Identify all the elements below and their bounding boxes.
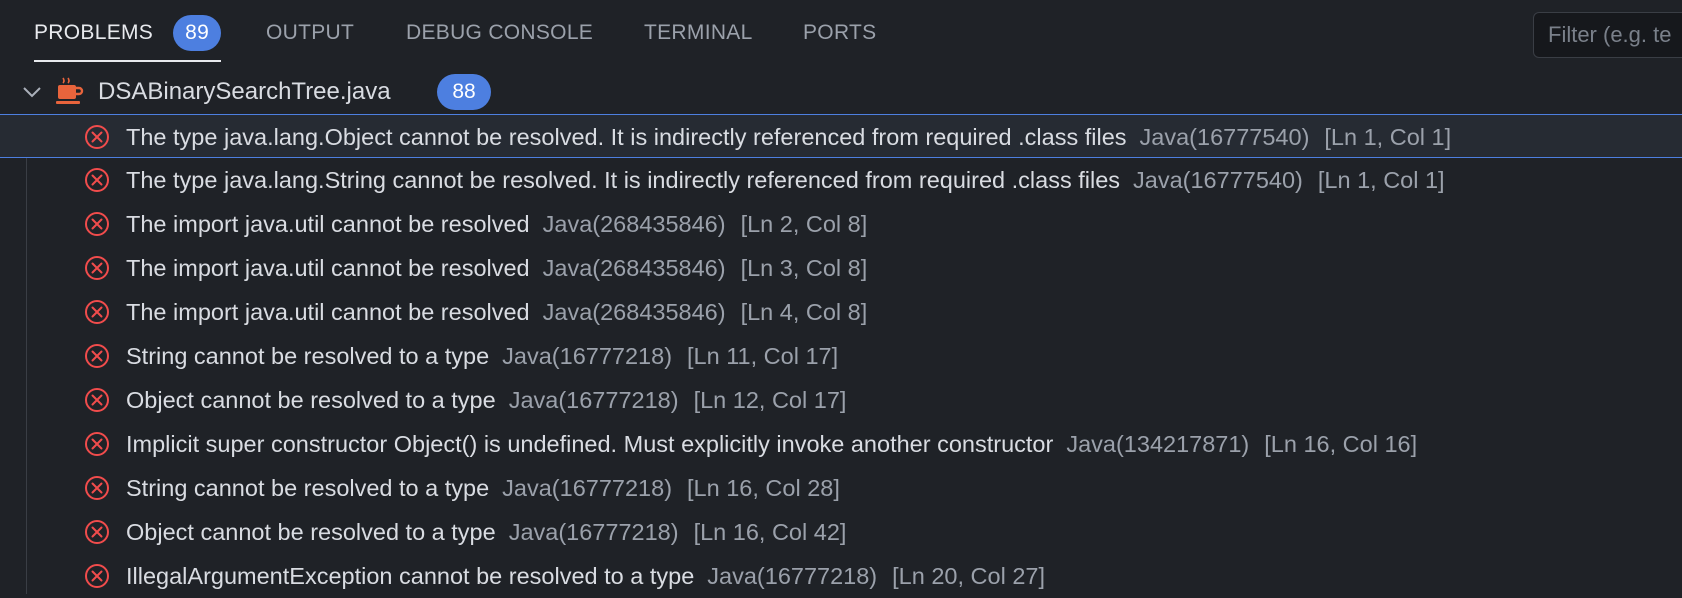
filter-input[interactable]: Filter (e.g. te [1533, 12, 1682, 58]
tab-debug-console[interactable]: DEBUG CONSOLE [406, 0, 593, 66]
problem-source: Java(268435846) [542, 254, 726, 281]
problem-row[interactable]: The import java.util cannot be resolved J… [0, 246, 1682, 290]
problem-row[interactable]: The import java.util cannot be resolved J… [0, 290, 1682, 334]
problem-row[interactable]: Object cannot be resolved to a type Java(… [0, 510, 1682, 554]
problem-source: Java(16777218) [508, 386, 679, 413]
error-icon [85, 256, 109, 280]
tab-terminal-label: TERMINAL [644, 21, 753, 44]
tab-problems-label: PROBLEMS [34, 21, 154, 44]
tab-output-label: OUTPUT [266, 21, 355, 44]
problem-location: [Ln 12, Col 17] [693, 386, 847, 413]
problem-row[interactable]: IllegalArgumentException cannot be resol… [0, 554, 1682, 598]
problem-source: Java(16777218) [508, 518, 679, 545]
problem-message: Implicit super constructor Object() is u… [126, 430, 1054, 457]
problem-message: IllegalArgumentException cannot be resol… [126, 562, 695, 589]
problem-message: String cannot be resolved to a type [126, 342, 490, 369]
problem-location: [Ln 16, Col 42] [693, 518, 847, 545]
error-icon [85, 520, 109, 544]
problem-row[interactable]: Object cannot be resolved to a type Java(… [0, 378, 1682, 422]
error-icon [85, 388, 109, 412]
chevron-down-icon[interactable] [22, 82, 42, 102]
problem-message: String cannot be resolved to a type [126, 474, 490, 501]
tab-output[interactable]: OUTPUT [266, 0, 354, 66]
problem-source: Java(16777218) [502, 342, 673, 369]
problem-source: Java(16777218) [707, 562, 878, 589]
problem-message: Object cannot be resolved to a type [126, 518, 496, 545]
problem-row[interactable]: The import java.util cannot be resolved J… [0, 202, 1682, 246]
problem-row[interactable]: The type java.lang.String cannot be reso… [0, 158, 1682, 202]
problem-location: [Ln 1, Col 1] [1317, 166, 1445, 193]
error-icon [85, 432, 109, 456]
problem-source: Java(268435846) [542, 298, 726, 325]
problem-location: [Ln 1, Col 1] [1324, 123, 1452, 150]
problem-source: Java(134217871) [1066, 430, 1250, 457]
filter-placeholder: Filter (e.g. te [1548, 22, 1672, 47]
file-name: DSABinarySearchTree.java [98, 78, 391, 105]
problem-row[interactable]: Implicit super constructor Object() is u… [0, 422, 1682, 466]
error-icon [85, 125, 109, 149]
problem-location: [Ln 2, Col 8] [740, 210, 868, 237]
problem-location: [Ln 4, Col 8] [740, 298, 868, 325]
problem-message: The type java.lang.String cannot be reso… [126, 166, 1121, 193]
error-icon [85, 168, 109, 192]
error-icon [85, 476, 109, 500]
java-file-icon [56, 77, 84, 104]
problem-location: [Ln 16, Col 16] [1264, 430, 1418, 457]
problems-count-badge: 89 [173, 15, 222, 51]
tab-ports[interactable]: PORTS [803, 0, 876, 66]
tab-debug-console-label: DEBUG CONSOLE [406, 21, 594, 44]
problem-source: Java(16777540) [1139, 123, 1310, 150]
tab-ports-label: PORTS [803, 21, 877, 44]
problem-message: The import java.util cannot be resolved [126, 298, 530, 325]
problem-message: The type java.lang.Object cannot be reso… [126, 123, 1127, 150]
problem-row[interactable]: String cannot be resolved to a type Java(… [0, 466, 1682, 510]
error-icon [85, 300, 109, 324]
problem-source: Java(16777540) [1133, 166, 1303, 193]
problem-location: [Ln 20, Col 27] [892, 562, 1045, 589]
tab-terminal[interactable]: TERMINAL [644, 0, 753, 66]
problem-message: The import java.util cannot be resolved [126, 254, 530, 281]
problem-row[interactable]: String cannot be resolved to a type Java(… [0, 334, 1682, 378]
problem-location: [Ln 11, Col 17] [687, 342, 839, 369]
panel-tab-bar: PROBLEMS 89 OUTPUT DEBUG CONSOLE TERMINA… [0, 0, 1682, 66]
problem-location: [Ln 16, Col 28] [687, 474, 840, 501]
error-icon [85, 344, 109, 368]
error-icon [85, 564, 109, 588]
problem-message: The import java.util cannot be resolved [126, 210, 530, 237]
file-problem-count-badge: 88 [437, 74, 491, 110]
problem-row[interactable]: The type java.lang.Object cannot be reso… [0, 114, 1682, 158]
problem-location: [Ln 3, Col 8] [740, 254, 868, 281]
problem-source: Java(268435846) [542, 210, 726, 237]
error-icon [85, 212, 109, 236]
problem-source: Java(16777218) [502, 474, 673, 501]
tab-problems[interactable]: PROBLEMS 89 [34, 0, 222, 66]
problem-message: Object cannot be resolved to a type [126, 386, 496, 413]
file-group-row[interactable]: DSABinarySearchTree.java 88 [0, 70, 1682, 114]
